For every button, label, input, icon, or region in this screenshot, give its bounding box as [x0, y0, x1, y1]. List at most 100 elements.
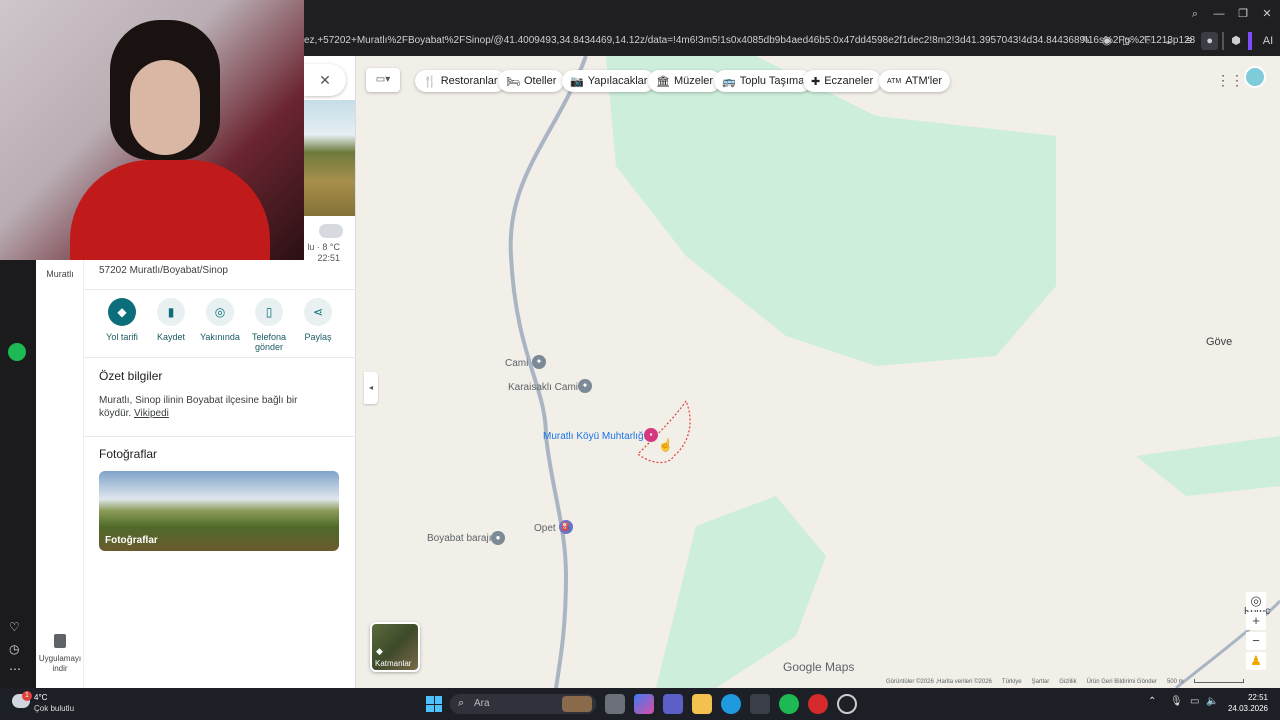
clock-date[interactable]: 24.03.2026 [1220, 704, 1268, 713]
chip-museums[interactable]: 🏛 Müzeler [648, 70, 722, 92]
map-footer: Görüntüler ©2026 ,Harita verileri ©2026 … [886, 679, 1244, 688]
profile-icon[interactable]: ● [1201, 32, 1218, 50]
close-window-icon[interactable]: ✕ [1258, 5, 1276, 23]
label-gove[interactable]: Göve [1206, 336, 1232, 348]
label-opet[interactable]: Opet [534, 523, 556, 534]
apps-grid-icon[interactable]: ⋮⋮ [1216, 72, 1244, 89]
share-button[interactable]: ⋖ Paylaş [294, 298, 342, 352]
hero-photo[interactable] [304, 100, 355, 216]
label-cami[interactable]: Cami [505, 358, 528, 369]
send-to-phone-button[interactable]: ▯ Telefona gönder [245, 298, 293, 352]
heart-icon[interactable]: ♡ [1140, 32, 1157, 50]
copilot-icon[interactable] [634, 694, 654, 714]
download-icon[interactable]: ⤓ [1160, 32, 1177, 50]
keyboard-button[interactable]: ▭▾ [366, 68, 400, 92]
ai-button[interactable]: AI [1256, 32, 1280, 50]
terms-link[interactable]: Şartlar [1032, 679, 1050, 688]
app-icon[interactable] [837, 694, 857, 714]
chip-hotels[interactable]: 🛏 Oteller [498, 70, 565, 92]
spotify-taskbar-icon[interactable] [779, 694, 799, 714]
store-icon[interactable] [750, 694, 770, 714]
my-location-button[interactable]: ◎ [1246, 592, 1266, 610]
pegman-icon[interactable]: ♟ [1246, 652, 1266, 670]
label-muhtarlik[interactable]: Muratlı Köyü Muhtarlığı [543, 431, 646, 442]
country-link[interactable]: Türkiye [1002, 679, 1022, 688]
zoom-in-button[interactable]: + [1246, 612, 1266, 630]
weather-desc[interactable]: Çok bulutlu [34, 704, 74, 713]
notification-badge: 1 [22, 691, 32, 701]
taskbar-search[interactable]: ⌕ Ara [450, 694, 596, 714]
fuel-icon[interactable]: ⛽ [559, 520, 573, 534]
spotify-icon[interactable] [8, 343, 26, 361]
more-icon[interactable]: ⋯ [9, 662, 21, 676]
task-view-icon[interactable] [605, 694, 625, 714]
chip-things-to-do[interactable]: 📷 Yapılacaklar [562, 70, 656, 92]
action-label: Kaydet [156, 332, 186, 342]
display-icon[interactable]: ▭ [1190, 696, 1199, 707]
nearby-button[interactable]: ◎ Yakınında [196, 298, 244, 352]
layers-button[interactable]: ◆ Katmanlar [370, 622, 420, 672]
bookmark-icon: ▮ [157, 298, 185, 326]
chip-pharmacies[interactable]: ✚ Eczaneler [803, 70, 882, 92]
chip-label: Restoranlar [440, 75, 498, 87]
chip-restaurants[interactable]: 🍴 Restoranlar [415, 70, 506, 92]
chip-label: Oteller [523, 75, 557, 87]
rail-place-label[interactable]: Muratlı [40, 269, 80, 279]
bus-icon: 🚌 [722, 75, 736, 88]
play-icon[interactable]: ▷ [1119, 32, 1136, 50]
chip-atms[interactable]: ATM ATM'ler [879, 70, 950, 92]
map-canvas[interactable]: ▭▾ 🍴 Restoranlar 🛏 Oteller 📷 Yapılacaklar 🏛… [356, 56, 1280, 688]
scale-label[interactable]: 500 m [1167, 679, 1184, 688]
photos-thumbnail[interactable]: Fotoğraflar [99, 471, 339, 551]
clock-time[interactable]: 22:51 [1224, 693, 1268, 702]
weather-temp[interactable]: 4°C [34, 693, 47, 702]
wikipedia-link[interactable]: Vikipedi [134, 408, 169, 419]
edit-icon[interactable]: ✎ [1078, 32, 1095, 50]
chip-label: Toplu Taşıma [739, 75, 805, 87]
ai-label: AI [1262, 35, 1274, 47]
close-panel-button[interactable]: ✕ [304, 64, 346, 96]
teams-icon[interactable] [663, 694, 683, 714]
windows-start-icon[interactable] [426, 696, 442, 712]
cube-icon[interactable]: ⬢ [1228, 32, 1245, 50]
separator [1221, 32, 1224, 50]
person-face [130, 60, 200, 155]
chip-label: Yapılacaklar [587, 75, 648, 87]
volume-icon[interactable]: 🔈 [1206, 696, 1218, 707]
chip-label: ATM'ler [905, 75, 942, 87]
layers-label: Katmanlar [375, 659, 412, 668]
collapse-panel-button[interactable]: ◂ [364, 372, 378, 404]
file-explorer-icon[interactable] [692, 694, 712, 714]
history-icon[interactable]: ◷ [9, 642, 19, 656]
opera-icon[interactable] [808, 694, 828, 714]
directions-button[interactable]: ◆ Yol tarifi [98, 298, 146, 352]
label-boyabat-baraji[interactable]: Boyabat barajı [427, 533, 492, 544]
save-button[interactable]: ▮ Kaydet [147, 298, 195, 352]
app-download-label[interactable]: Uygulamayı indir [38, 654, 82, 674]
mosque-icon[interactable]: ✦ [532, 355, 546, 369]
mosque-icon[interactable]: ✦ [578, 379, 592, 393]
label-karaisakli-cami[interactable]: Karaisaklı Cami [508, 382, 578, 393]
heart-icon[interactable]: ♡ [9, 620, 20, 634]
action-label: Telefona gönder [251, 332, 287, 352]
search-icon[interactable]: ⌕ [1186, 5, 1204, 23]
account-avatar[interactable] [1244, 66, 1266, 88]
zoom-out-button[interactable]: − [1246, 632, 1266, 650]
privacy-link[interactable]: Gizlilik [1059, 679, 1076, 688]
chip-label: Müzeler [673, 75, 714, 87]
chip-transit[interactable]: 🚌 Toplu Taşıma [714, 70, 813, 92]
tray-chevron-icon[interactable]: ⌃ [1148, 696, 1156, 707]
cloud-icon [319, 224, 343, 238]
download-app-icon[interactable] [54, 634, 66, 648]
taskbar: 1 4°C Çok bulutlu ⌕ Ara ⌃ 🎙 ▭ 🔈 22:51 24… [0, 688, 1280, 720]
menu-icon[interactable]: ≡ [1181, 32, 1198, 50]
dam-icon[interactable]: ● [491, 531, 505, 545]
camera-icon[interactable]: ◉ [1099, 32, 1116, 50]
microphone-icon[interactable]: 🎙 [1170, 696, 1183, 707]
maximize-icon[interactable]: ❐ [1234, 5, 1252, 23]
feedback-link[interactable]: Ürün Geri Bildirimi Gönder [1087, 679, 1157, 688]
edge-icon[interactable] [721, 694, 741, 714]
government-icon[interactable]: ▪ [644, 428, 658, 442]
layers-icon: ◆ [376, 646, 383, 656]
minimize-icon[interactable]: — [1210, 5, 1228, 23]
